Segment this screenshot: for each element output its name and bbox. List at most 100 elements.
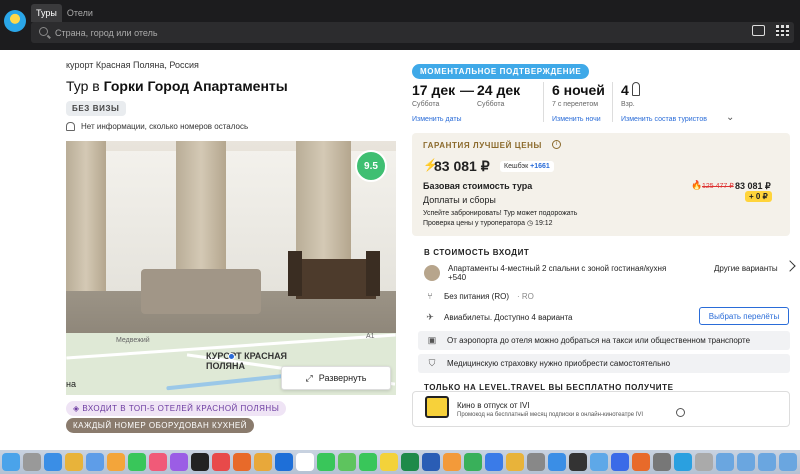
safari-icon[interactable] xyxy=(44,453,62,471)
news-icon[interactable] xyxy=(212,453,230,471)
firefox-icon[interactable] xyxy=(233,453,251,471)
promo-badge-kitchen: КАЖДЫЙ НОМЕР ОБОРУДОВАН КУХНЕЙ xyxy=(66,418,254,433)
expand-icon: ⤢ xyxy=(305,372,313,383)
firefox2-icon[interactable] xyxy=(632,453,650,471)
visa-badge: БЕЗ ВИЗЫ xyxy=(66,101,126,116)
divider xyxy=(543,82,544,122)
whatsapp-icon[interactable] xyxy=(128,453,146,471)
hotel-map[interactable]: Медвежий А1 на КУРОРТ КРАСНАЯ ПОЛЯНА ⤢ Р… xyxy=(66,333,396,395)
diamond-icon: ◈ xyxy=(73,404,83,413)
xcode-icon[interactable] xyxy=(611,453,629,471)
settings-icon[interactable] xyxy=(653,453,671,471)
chat-icon[interactable] xyxy=(752,25,765,36)
folder3-icon[interactable] xyxy=(758,453,776,471)
room-extra: +540 xyxy=(448,273,467,282)
change-dates-link[interactable]: Изменить даты xyxy=(412,116,462,123)
date-from[interactable]: 17 дек xyxy=(412,82,455,98)
info-icon[interactable] xyxy=(676,408,685,417)
photos2-icon[interactable] xyxy=(254,453,272,471)
included-title: В СТОИМОСТЬ ВХОДИТ xyxy=(424,248,530,257)
chevron-down-icon[interactable]: ⌄ xyxy=(726,112,734,123)
finder-icon[interactable] xyxy=(2,453,20,471)
cutlery-icon: ⑂ xyxy=(427,291,433,301)
search-tabs: Туры Отели xyxy=(31,4,98,22)
tab-tours[interactable]: Туры xyxy=(31,4,62,22)
maps-icon[interactable] xyxy=(338,453,356,471)
terminal-icon[interactable] xyxy=(569,453,587,471)
plane-icon: ✈ xyxy=(426,312,434,322)
appstore-icon[interactable] xyxy=(548,453,566,471)
choose-flights-button[interactable]: Выбрать перелёты xyxy=(699,307,789,325)
tv-icon[interactable] xyxy=(191,453,209,471)
instant-confirm-badge: МОМЕНТАЛЬНОЕ ПОДТВЕРЖДЕНИЕ xyxy=(412,64,590,79)
folder2-icon[interactable] xyxy=(737,453,755,471)
guests-count[interactable]: 4 xyxy=(621,82,629,98)
launchpad-icon[interactable] xyxy=(23,453,41,471)
folder4-icon[interactable] xyxy=(779,453,797,471)
cashback-label: Кешбэк xyxy=(504,163,529,170)
expand-map-button[interactable]: ⤢ Развернуть xyxy=(281,366,391,390)
guests-sub: Взр. xyxy=(621,101,635,108)
menu-grid-icon[interactable] xyxy=(776,25,789,36)
outlook-icon[interactable] xyxy=(275,453,293,471)
word-icon[interactable] xyxy=(422,453,440,471)
promo-top5-text: ВХОДИТ В ТОП-5 ОТЕЛЕЙ КРАСНОЙ ПОЛЯНЫ xyxy=(82,404,280,413)
meal-code: · RO xyxy=(517,291,534,301)
tab-hotels[interactable]: Отели xyxy=(62,4,98,22)
photos-icon[interactable] xyxy=(107,453,125,471)
cashback-badge: Кешбэк +1661 xyxy=(500,161,554,172)
date-to[interactable]: 24 дек xyxy=(477,82,520,98)
change-tourists-link[interactable]: Изменить состав туристов xyxy=(621,116,707,123)
numbers-icon[interactable] xyxy=(464,453,482,471)
pages-icon[interactable] xyxy=(443,453,461,471)
divider xyxy=(612,82,613,122)
facetime-icon[interactable] xyxy=(317,453,335,471)
map-small-label: на xyxy=(66,379,76,389)
room-thumbnail[interactable] xyxy=(424,265,440,281)
fees-value: + 0 ₽ xyxy=(745,191,772,202)
chevron-right-icon[interactable] xyxy=(784,260,796,272)
price-check-note: Проверка цены у туроператора ◷ 19:12 xyxy=(423,219,553,227)
notes-icon[interactable] xyxy=(380,453,398,471)
app-logo-icon[interactable] xyxy=(4,10,26,32)
hotel-name: Горки Город Апартаменты xyxy=(103,78,288,94)
hotel-photo[interactable] xyxy=(66,141,396,333)
search-bar xyxy=(31,22,794,43)
system-prefs-icon[interactable] xyxy=(527,453,545,471)
preview-icon[interactable] xyxy=(590,453,608,471)
nights-sub: 7 с перелетом xyxy=(552,101,599,108)
shield-icon: ⛉ xyxy=(428,358,436,368)
change-nights-link[interactable]: Изменить ночи xyxy=(552,116,601,123)
info-icon[interactable]: i xyxy=(552,140,561,149)
main-price: 83 081 ₽ xyxy=(434,158,490,174)
date-from-day: Суббота xyxy=(412,101,440,108)
folder-icon[interactable] xyxy=(716,453,734,471)
music-icon[interactable] xyxy=(149,453,167,471)
included-room: Апартаменты 4-местный 2 спальни с зоной … xyxy=(424,264,709,282)
map-small-label: Медвежий xyxy=(116,337,150,344)
excel-icon[interactable] xyxy=(401,453,419,471)
promo-badge-top5: ◈ ВХОДИТ В ТОП-5 ОТЕЛЕЙ КРАСНОЙ ПОЛЯНЫ xyxy=(66,401,287,416)
nights[interactable]: 6 ночей xyxy=(552,82,605,98)
mail-icon[interactable] xyxy=(86,453,104,471)
browser-top-bar: Туры Отели xyxy=(0,0,800,50)
other-variants-link[interactable]: Другие варианты xyxy=(714,264,778,273)
room-text: Апартаменты 4-местный 2 спальни с зоной … xyxy=(448,264,666,282)
title-prefix: Тур в xyxy=(66,78,104,94)
fire-icon: 🔥 xyxy=(691,180,703,190)
rooms-note: Нет информации, сколько номеров осталось xyxy=(66,122,396,131)
telegram-icon[interactable] xyxy=(674,453,692,471)
keynote-icon[interactable] xyxy=(485,453,503,471)
files-icon[interactable] xyxy=(695,453,713,471)
calendar-icon[interactable] xyxy=(296,453,314,471)
person-icon xyxy=(632,82,640,96)
messages-icon[interactable] xyxy=(359,453,377,471)
hotel-location: курорт Красная Поляна, Россия xyxy=(66,60,199,70)
insurance-note: ⛉ Медицинскую страховку нужно приобрести… xyxy=(418,354,790,373)
search-input[interactable] xyxy=(55,25,755,40)
podcasts-icon[interactable] xyxy=(170,453,188,471)
meal-text: Без питания (RO) xyxy=(444,291,510,301)
chrome-icon[interactable] xyxy=(65,453,83,471)
chrome2-icon[interactable] xyxy=(506,453,524,471)
room-name: Апартаменты 4-местный 2 спальни с зоной … xyxy=(448,264,667,273)
